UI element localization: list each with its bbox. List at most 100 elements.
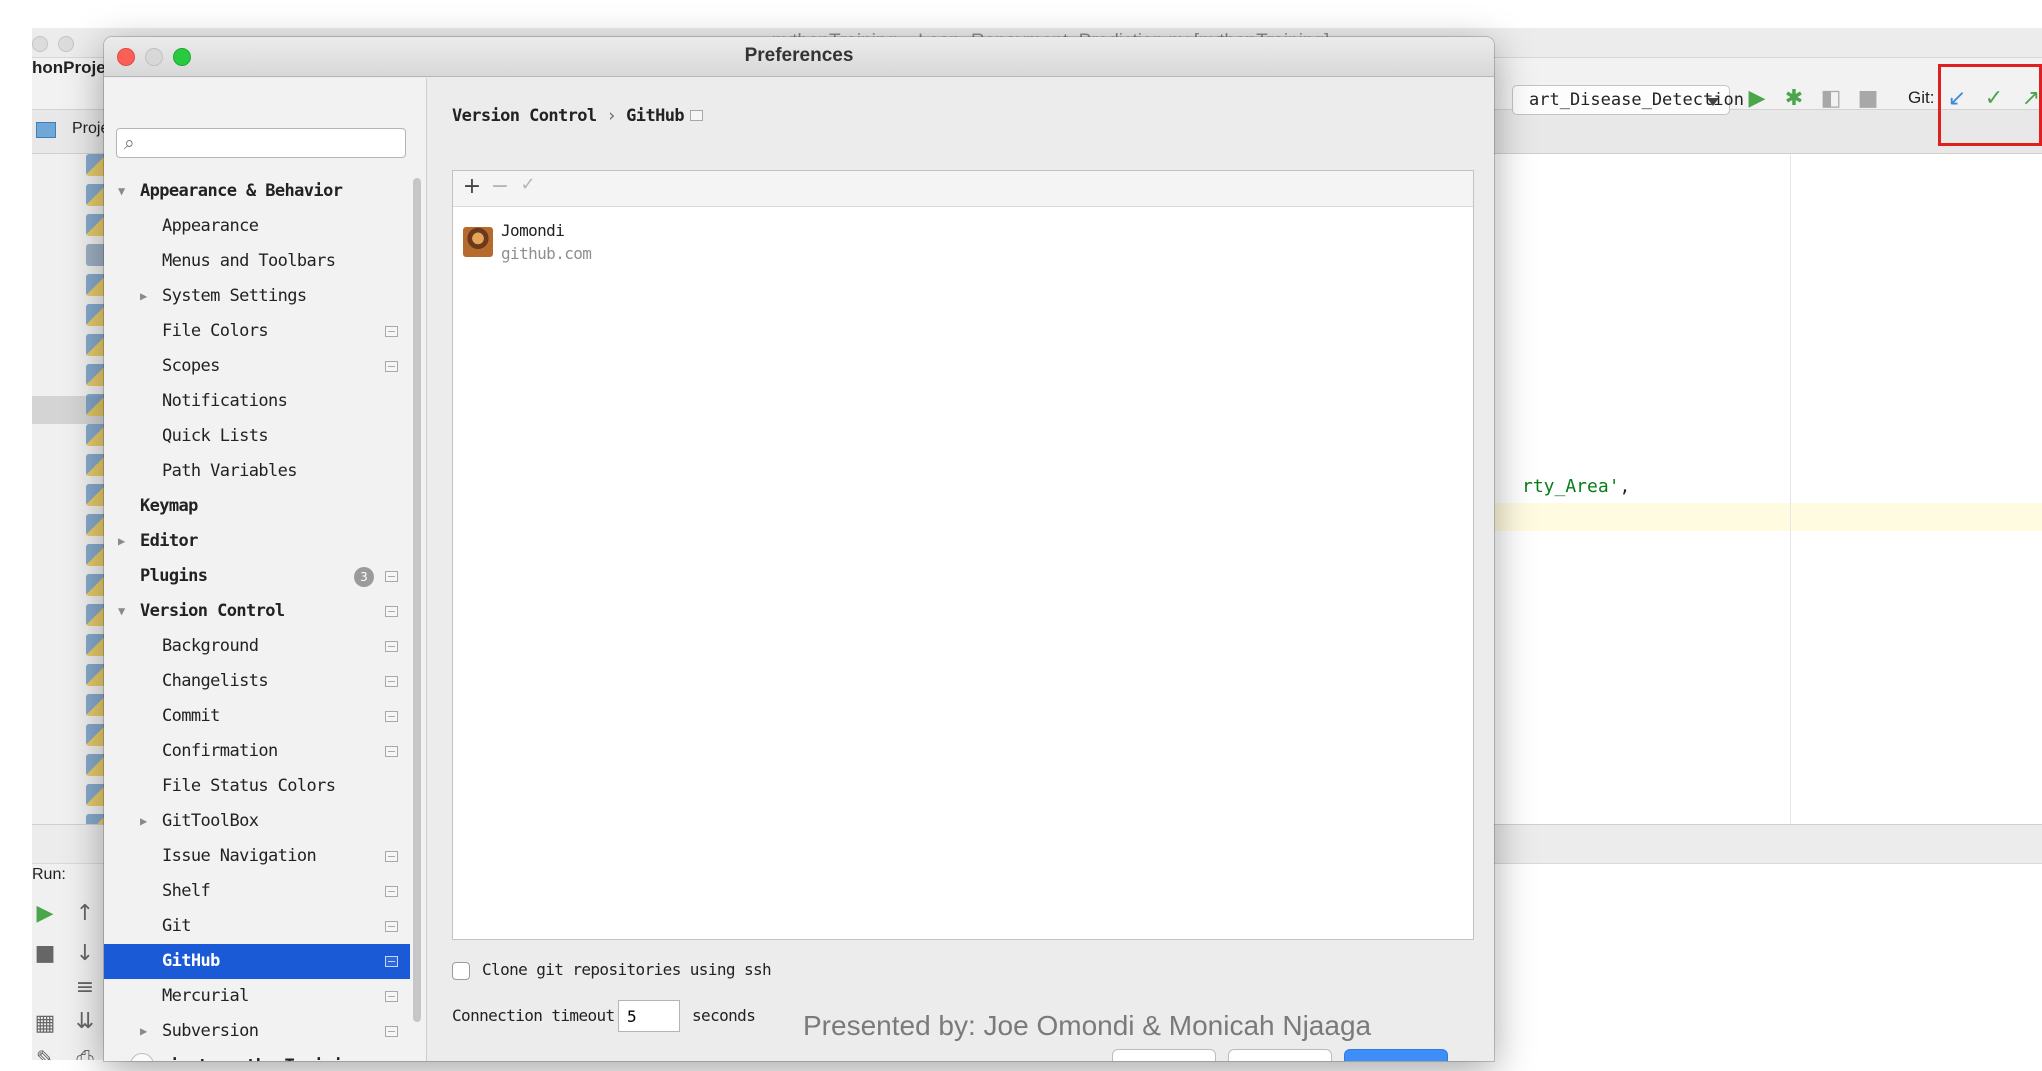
tree-item-file-colors[interactable]: File Colors <box>104 314 410 349</box>
pin-icon[interactable]: ✎ <box>32 1048 58 1061</box>
python-file-icon[interactable] <box>86 364 106 386</box>
sidebar-scroll-thumb[interactable] <box>413 178 421 1022</box>
connection-timeout-input[interactable] <box>618 1000 680 1032</box>
python-file-icon[interactable] <box>86 454 106 476</box>
ide-close-light[interactable] <box>32 36 48 52</box>
settings-search-input[interactable] <box>149 132 399 154</box>
python-file-icon[interactable] <box>86 424 106 446</box>
python-file-icon[interactable] <box>86 214 106 236</box>
python-file-icon[interactable] <box>86 574 106 596</box>
stop-icon[interactable]: ■ <box>1855 86 1881 112</box>
python-file-icon[interactable] <box>86 154 106 176</box>
project-level-icon <box>385 746 398 757</box>
project-level-icon <box>385 606 398 617</box>
tree-item-system-settings[interactable]: ▶ System Settings <box>104 279 410 314</box>
dialog-titlebar: Preferences <box>104 37 1494 77</box>
tree-item-label: File Status Colors <box>162 776 336 796</box>
python-file-icon[interactable] <box>86 604 106 626</box>
chevron-right-icon[interactable]: ▶ <box>118 1049 125 1061</box>
tree-item-file-status-colors[interactable]: File Status Colors <box>104 769 410 804</box>
tree-item-background[interactable]: Background <box>104 629 410 664</box>
remove-account-button[interactable]: − <box>487 174 513 199</box>
tree-item-commit[interactable]: Commit <box>104 699 410 734</box>
tree-item-appearance[interactable]: Appearance <box>104 209 410 244</box>
python-file-icon[interactable] <box>86 664 106 686</box>
ok-button[interactable] <box>1344 1049 1448 1061</box>
python-file-icon[interactable] <box>86 394 106 416</box>
python-file-icon[interactable] <box>86 784 106 806</box>
tree-item-label: System Settings <box>162 286 307 306</box>
add-account-button[interactable]: + <box>459 174 485 199</box>
tree-item-version-control[interactable]: ▼ Version Control <box>104 594 410 629</box>
python-file-icon[interactable] <box>86 634 106 656</box>
tree-item-label: Menus and Toolbars <box>162 251 336 271</box>
rerun-icon[interactable]: ▶ <box>32 902 58 926</box>
account-list-item[interactable]: Jomondi github.com <box>463 219 1063 267</box>
apply-button[interactable] <box>1228 1049 1332 1061</box>
coverage-icon[interactable]: ◧ <box>1818 86 1844 112</box>
folder-icon <box>36 122 56 138</box>
tree-item-label: GitToolBox <box>162 811 259 831</box>
tree-item-path-variables[interactable]: Path Variables <box>104 454 410 489</box>
python-file-icon[interactable] <box>86 724 106 746</box>
tree-item-appearance-behavior[interactable]: ▼ Appearance & Behavior <box>104 174 410 209</box>
connection-timeout-unit: seconds <box>692 1006 756 1025</box>
soft-wrap-icon[interactable]: ≡ <box>72 976 98 1000</box>
tree-item-quick-lists[interactable]: Quick Lists <box>104 419 410 454</box>
run-configuration-select[interactable]: art_Disease_Detection <box>1512 85 1744 115</box>
tree-item-editor[interactable]: ▶ Editor <box>104 524 410 559</box>
python-file-icon[interactable] <box>86 334 106 356</box>
python-file-icon[interactable] <box>86 514 106 536</box>
tree-item-notifications[interactable]: Notifications <box>104 384 410 419</box>
up-arrow-icon[interactable]: ↑ <box>72 902 98 926</box>
chevron-down-icon[interactable]: ▼ <box>118 594 125 629</box>
tree-item-label: Appearance & Behavior <box>140 181 343 201</box>
cancel-button[interactable] <box>1112 1049 1216 1061</box>
run-icon[interactable]: ▶ <box>1744 86 1770 112</box>
code-line[interactable]: rty_Area', <box>1522 476 1630 497</box>
set-default-account-button[interactable]: ✓ <box>515 174 541 195</box>
chevron-right-icon[interactable]: ▶ <box>140 804 147 839</box>
tree-item-plugins[interactable]: Plugins 3 <box>104 559 410 594</box>
tree-item-keymap[interactable]: Keymap <box>104 489 410 524</box>
chevron-right-icon[interactable]: ▶ <box>140 279 147 314</box>
ide-minimize-light[interactable] <box>58 36 74 52</box>
dialog-title: Preferences <box>744 45 854 66</box>
settings-search[interactable]: ⌕ <box>116 128 406 158</box>
run-panel-toolbar: ▶ ↑ ■ ↓ ≡ ▦ ⇊ ✎ ⎙ <box>32 894 106 1060</box>
tree-item-github[interactable]: GitHub <box>104 944 410 979</box>
chevron-right-icon[interactable]: ▶ <box>118 524 125 559</box>
debug-icon[interactable]: ✱ <box>1781 86 1807 112</box>
python-file-icon[interactable] <box>86 754 106 776</box>
tree-item-changelists[interactable]: Changelists <box>104 664 410 699</box>
code-punctuation: , <box>1619 476 1631 497</box>
tree-item-issue-navigation[interactable]: Issue Navigation <box>104 839 410 874</box>
python-file-icon[interactable] <box>86 274 106 296</box>
python-file-icon[interactable] <box>86 544 106 566</box>
chevron-down-icon[interactable]: ▼ <box>118 174 125 209</box>
tree-item-confirmation[interactable]: Confirmation <box>104 734 410 769</box>
chevron-right-icon[interactable]: ▶ <box>140 1014 147 1049</box>
tree-item-shelf[interactable]: Shelf <box>104 874 410 909</box>
scroll-to-end-icon[interactable]: ⇊ <box>72 1010 98 1034</box>
settings-sidebar: ⌕ ▼ Appearance & Behavior Appearance Menus … <box>104 78 427 1061</box>
tree-item-mercurial[interactable]: Mercurial <box>104 979 410 1014</box>
stop-icon[interactable]: ■ <box>32 942 58 966</box>
breadcrumb-parent[interactable]: Version Control <box>452 106 597 126</box>
tree-item-git[interactable]: Git <box>104 909 410 944</box>
python-file-icon[interactable] <box>86 304 106 326</box>
tree-item-scopes[interactable]: Scopes <box>104 349 410 384</box>
csv-file-icon[interactable] <box>86 244 106 266</box>
down-arrow-icon[interactable]: ↓ <box>72 942 98 966</box>
tree-item-menus-and-toolbars[interactable]: Menus and Toolbars <box>104 244 410 279</box>
layout-icon[interactable]: ▦ <box>32 1012 58 1036</box>
tree-item-gittoolbox[interactable]: ▶ GitToolBox <box>104 804 410 839</box>
python-file-icon[interactable] <box>86 484 106 506</box>
clone-ssh-checkbox[interactable] <box>452 962 470 980</box>
tree-item-subversion[interactable]: ▶ Subversion <box>104 1014 410 1049</box>
python-file-icon[interactable] <box>86 694 106 716</box>
project-level-icon <box>385 956 398 967</box>
print-icon[interactable]: ⎙ <box>72 1048 98 1061</box>
python-file-icon[interactable] <box>86 184 106 206</box>
connection-timeout-label: Connection timeout: <box>452 1006 624 1025</box>
